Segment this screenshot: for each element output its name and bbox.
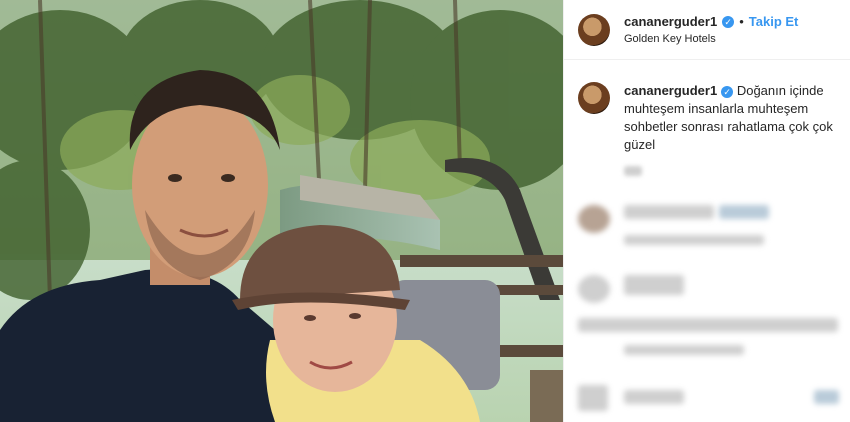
header-meta: cananerguder1 ✓ • Takip Et Golden Key Ho… [624, 14, 798, 45]
location-link[interactable]: Golden Key Hotels [624, 33, 798, 45]
follow-button[interactable]: Takip Et [749, 14, 799, 29]
blurred-icon [578, 385, 608, 411]
username-row: cananerguder1 ✓ • Takip Et [624, 14, 798, 29]
blurred-comment-text [578, 318, 838, 332]
blurred-timestamp [624, 166, 642, 176]
separator: • [739, 14, 744, 29]
blurred-comment-meta [624, 235, 764, 245]
caption-username[interactable]: cananerguder1 [624, 83, 717, 98]
verified-badge-icon: ✓ [721, 86, 734, 98]
blurred-comment-text [624, 275, 684, 295]
blurred-avatar [578, 275, 610, 303]
username-link[interactable]: cananerguder1 [624, 14, 717, 29]
avatar[interactable] [578, 13, 610, 46]
caption-comment: cananerguder1 ✓ Doğanın içinde muhteşem i… [564, 60, 850, 154]
caption-text-block: cananerguder1 ✓ Doğanın içinde muhteşem i… [624, 82, 834, 154]
instagram-post: cananerguder1 ✓ • Takip Et Golden Key Ho… [0, 0, 850, 422]
blurred-emoji [814, 390, 839, 404]
blurred-comment-text [624, 390, 684, 404]
post-sidebar: cananerguder1 ✓ • Takip Et Golden Key Ho… [563, 0, 850, 422]
verified-badge-icon: ✓ [722, 15, 735, 28]
selfie-photo-illustration [0, 0, 563, 422]
caption-avatar[interactable] [578, 82, 610, 114]
post-header: cananerguder1 ✓ • Takip Et Golden Key Ho… [564, 0, 850, 60]
blurred-avatar [578, 205, 610, 233]
blurred-comment-text [624, 205, 714, 219]
blurred-comment-meta [624, 345, 744, 355]
blurred-emoji [719, 205, 769, 219]
post-photo[interactable] [0, 0, 563, 422]
